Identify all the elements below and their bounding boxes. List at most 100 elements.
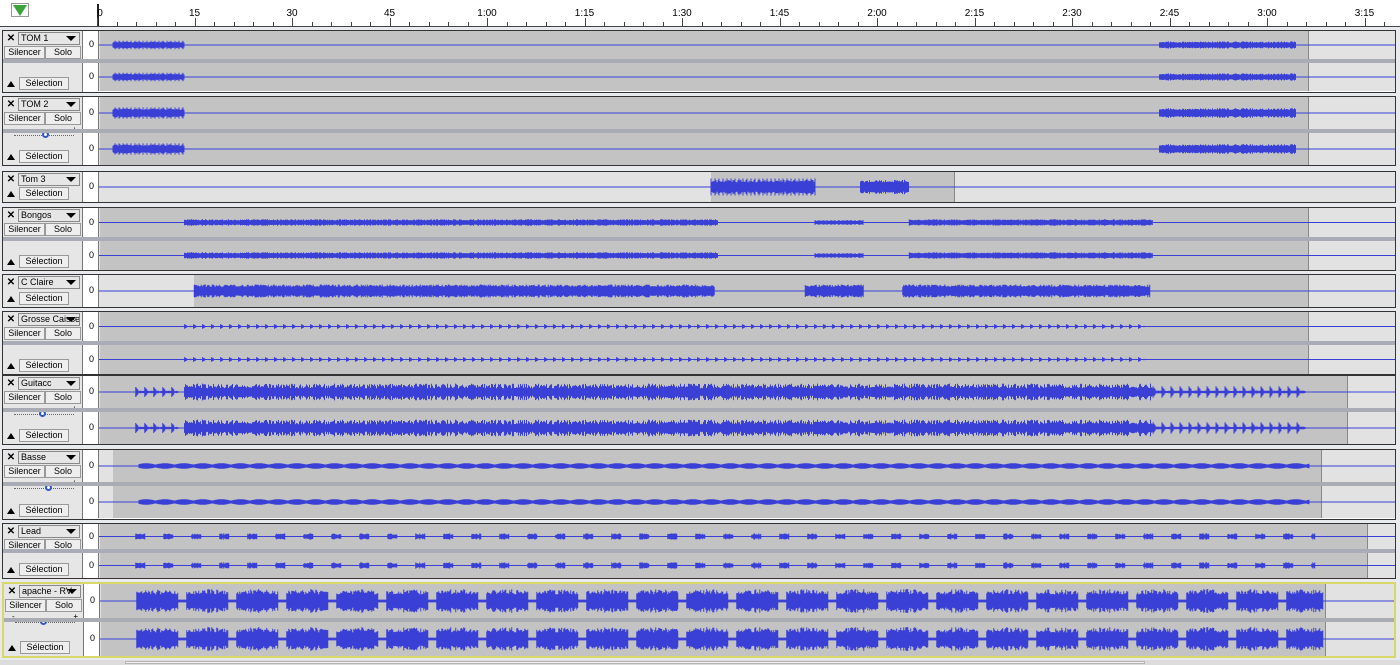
- track-name-menu[interactable]: TOM 2: [18, 98, 80, 111]
- channel-area[interactable]: [99, 412, 1395, 444]
- track-name-menu[interactable]: Tom 3: [18, 173, 80, 186]
- select-button[interactable]: Sélection: [19, 255, 69, 268]
- channel-area[interactable]: [99, 275, 1395, 307]
- waveform[interactable]: [99, 97, 1395, 129]
- audio-track[interactable]: ✕TOM 2SilencerSolo-+Sélection00: [2, 96, 1396, 166]
- audio-track[interactable]: ✕ TOM 1 Silencer Solo Sélection 0 0: [2, 30, 1396, 93]
- chevron-down-icon[interactable]: [67, 589, 77, 594]
- collapse-track-icon[interactable]: [7, 191, 15, 197]
- close-track-icon[interactable]: ✕: [5, 526, 17, 538]
- audio-track[interactable]: ✕GuitaccSilencerSolo-+Sélection00: [2, 375, 1396, 445]
- close-track-icon[interactable]: ✕: [5, 99, 17, 111]
- chevron-down-icon[interactable]: [66, 177, 76, 182]
- select-button[interactable]: Sélection: [20, 641, 70, 654]
- close-track-icon[interactable]: ✕: [5, 174, 17, 186]
- solo-button[interactable]: Solo: [45, 327, 81, 340]
- solo-button[interactable]: Solo: [45, 465, 81, 478]
- close-track-icon[interactable]: ✕: [5, 33, 17, 45]
- mute-button[interactable]: Silencer: [4, 112, 45, 125]
- track-name-menu[interactable]: apache - RV: [19, 585, 81, 598]
- channel-area[interactable]: [99, 312, 1395, 341]
- select-button[interactable]: Sélection: [19, 77, 69, 90]
- mute-button[interactable]: Silencer: [4, 327, 45, 340]
- audio-track[interactable]: ✕ Bongos Silencer Solo Sélection 0 0: [2, 207, 1396, 271]
- chevron-down-icon[interactable]: [66, 213, 76, 218]
- channel-area[interactable]: [99, 241, 1395, 270]
- waveform[interactable]: [99, 241, 1395, 270]
- audio-track[interactable]: ✕ C Claire Sélection 0: [2, 274, 1396, 308]
- mute-button[interactable]: Silencer: [5, 599, 46, 612]
- channel-area[interactable]: [99, 553, 1395, 578]
- waveform[interactable]: [99, 376, 1395, 408]
- waveform[interactable]: [99, 133, 1395, 165]
- channel-area[interactable]: [99, 376, 1395, 408]
- channel-area[interactable]: [100, 622, 1394, 656]
- waveform[interactable]: [99, 63, 1395, 91]
- track-name-menu[interactable]: TOM 1: [18, 32, 80, 45]
- collapse-track-icon[interactable]: [7, 433, 15, 439]
- audio-track[interactable]: ✕ Grosse Caisse Silencer Solo Sélection 0 0: [2, 311, 1396, 375]
- channel-area[interactable]: [99, 31, 1395, 59]
- select-button[interactable]: Sélection: [19, 429, 69, 442]
- track-name-menu[interactable]: Basse: [18, 451, 80, 464]
- waveform[interactable]: [99, 450, 1395, 482]
- solo-button[interactable]: Solo: [46, 599, 82, 612]
- collapse-track-icon[interactable]: [7, 508, 15, 514]
- close-track-icon[interactable]: ✕: [5, 314, 17, 326]
- waveform[interactable]: [99, 31, 1395, 59]
- select-button[interactable]: Sélection: [19, 150, 69, 163]
- close-track-icon[interactable]: ✕: [5, 277, 17, 289]
- select-button[interactable]: Sélection: [19, 504, 69, 517]
- scrollbar-thumb[interactable]: [125, 661, 1145, 664]
- channel-area[interactable]: [99, 97, 1395, 129]
- audio-track[interactable]: ✕ Tom 3 Sélection 0: [2, 171, 1396, 203]
- solo-button[interactable]: Solo: [45, 223, 81, 236]
- track-name-menu[interactable]: Bongos: [18, 209, 80, 222]
- chevron-down-icon[interactable]: [66, 529, 76, 534]
- channel-area[interactable]: [99, 63, 1395, 91]
- audio-track[interactable]: ✕BasseSilencerSolo-+Sélection00: [2, 449, 1396, 520]
- collapse-track-icon[interactable]: [8, 645, 16, 651]
- timeline-ruler[interactable]: 0 15 30 45 1:00 1:15 1:30 1:45 2:00 2:15 2:30 2:45 3…: [0, 0, 1400, 27]
- horizontal-scrollbar[interactable]: [0, 660, 1400, 665]
- track-name-menu[interactable]: Grosse Caisse: [18, 313, 80, 326]
- chevron-down-icon[interactable]: [66, 455, 76, 460]
- waveform[interactable]: [99, 486, 1395, 518]
- chevron-down-icon[interactable]: [66, 36, 76, 41]
- solo-button[interactable]: Solo: [45, 391, 81, 404]
- track-name-menu[interactable]: C Claire: [18, 276, 80, 289]
- channel-area[interactable]: [99, 345, 1395, 374]
- collapse-track-icon[interactable]: [7, 296, 15, 302]
- waveform[interactable]: [99, 275, 1395, 307]
- channel-area[interactable]: [99, 486, 1395, 518]
- chevron-down-icon[interactable]: [66, 102, 76, 107]
- collapse-track-icon[interactable]: [7, 567, 15, 573]
- audio-track[interactable]: ✕ Lead Silencer Solo Sélection 0 0: [2, 523, 1396, 579]
- collapse-track-icon[interactable]: [7, 259, 15, 265]
- waveform[interactable]: [99, 172, 1395, 202]
- waveform[interactable]: [99, 553, 1395, 578]
- waveform[interactable]: [99, 312, 1395, 341]
- select-button[interactable]: Sélection: [19, 187, 69, 200]
- track-name-menu[interactable]: Guitacc: [18, 377, 80, 390]
- channel-area[interactable]: [99, 524, 1395, 549]
- play-head-triangle-icon[interactable]: [13, 5, 27, 16]
- mute-button[interactable]: Silencer: [4, 46, 45, 59]
- solo-button[interactable]: Solo: [45, 46, 81, 59]
- waveform[interactable]: [99, 524, 1395, 549]
- mute-button[interactable]: Silencer: [4, 465, 45, 478]
- waveform[interactable]: [99, 208, 1395, 237]
- waveform[interactable]: [100, 584, 1394, 618]
- chevron-down-icon[interactable]: [66, 280, 76, 285]
- collapse-track-icon[interactable]: [7, 363, 15, 369]
- waveform[interactable]: [99, 412, 1395, 444]
- mute-button[interactable]: Silencer: [4, 223, 45, 236]
- select-button[interactable]: Sélection: [19, 359, 69, 372]
- channel-area[interactable]: [99, 133, 1395, 165]
- close-track-icon[interactable]: ✕: [5, 452, 17, 464]
- select-button[interactable]: Sélection: [19, 292, 69, 305]
- chevron-down-icon[interactable]: [66, 381, 76, 386]
- track-control-panel[interactable]: ✕ C Claire Sélection: [3, 275, 83, 307]
- solo-button[interactable]: Solo: [45, 112, 81, 125]
- channel-area[interactable]: [99, 450, 1395, 482]
